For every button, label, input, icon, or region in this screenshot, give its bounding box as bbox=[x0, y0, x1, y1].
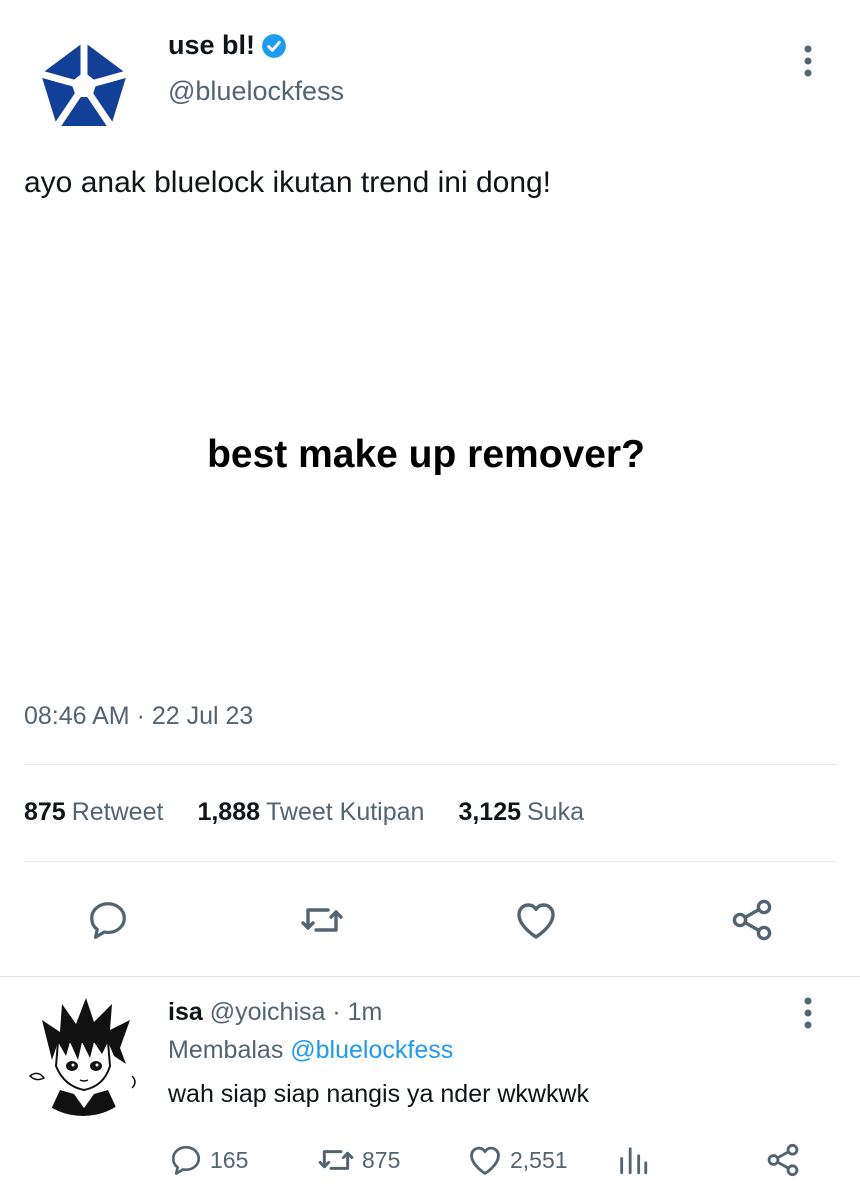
reply-reply-button[interactable]: 165 bbox=[168, 1140, 248, 1180]
tweet-stats: 875 Retweet 1,888 Tweet Kutipan 3,125 Suka bbox=[24, 798, 584, 827]
more-options-icon[interactable] bbox=[796, 44, 820, 85]
tweet-timestamp[interactable]: 08:46 AM · 22 Jul 23 bbox=[24, 702, 253, 731]
reply-author-name[interactable]: isa bbox=[168, 998, 203, 1026]
divider bbox=[24, 861, 836, 862]
reply-share-button[interactable] bbox=[764, 1140, 802, 1180]
reply-reply-count: 165 bbox=[210, 1146, 249, 1173]
replying-mention-link[interactable]: @bluelockfess bbox=[290, 1036, 453, 1064]
replying-to: Membalas @bluelockfess bbox=[168, 1036, 453, 1065]
quote-tweet-count: 1,888 bbox=[197, 798, 260, 826]
author-name[interactable]: use bl! bbox=[168, 30, 255, 61]
retweet-icon bbox=[318, 1150, 354, 1170]
analytics-icon bbox=[620, 1147, 648, 1175]
replying-prefix: Membalas bbox=[168, 1036, 291, 1064]
reply-like-button[interactable]: 2,551 bbox=[466, 1140, 568, 1180]
divider bbox=[24, 764, 836, 765]
share-button[interactable] bbox=[728, 896, 776, 944]
author-avatar[interactable] bbox=[28, 30, 140, 142]
reply-author-avatar[interactable] bbox=[20, 990, 146, 1116]
like-label: Suka bbox=[527, 798, 584, 826]
like-stat[interactable]: 3,125 Suka bbox=[458, 798, 584, 827]
like-icon bbox=[470, 1146, 500, 1175]
share-icon bbox=[767, 1143, 799, 1177]
reply-time: · 1m bbox=[325, 998, 383, 1026]
verified-badge-icon bbox=[262, 33, 286, 58]
author-handle[interactable]: @bluelockfess bbox=[168, 76, 344, 107]
reply-button[interactable] bbox=[84, 896, 132, 944]
reply-text: wah siap siap nangis ya nder wkwkwk bbox=[168, 1080, 590, 1108]
share-icon bbox=[732, 899, 772, 941]
reply-retweet-count: 875 bbox=[362, 1146, 401, 1173]
like-count: 3,125 bbox=[458, 798, 521, 826]
reply-like-count: 2,551 bbox=[510, 1146, 568, 1173]
like-icon bbox=[517, 903, 555, 939]
anime-avatar-image bbox=[20, 990, 146, 1116]
retweet-icon bbox=[301, 908, 343, 932]
tweet-image[interactable]: best make up remover? bbox=[0, 240, 860, 670]
retweet-button[interactable] bbox=[298, 896, 346, 944]
quote-tweet-stat[interactable]: 1,888 Tweet Kutipan bbox=[197, 798, 424, 827]
reply-retweet-button[interactable]: 875 bbox=[316, 1140, 400, 1180]
bluelock-logo-icon bbox=[40, 42, 128, 128]
author-name-row[interactable]: use bl! bbox=[168, 30, 287, 61]
reply-icon bbox=[90, 902, 126, 939]
reply-analytics-button[interactable] bbox=[616, 1140, 650, 1180]
reply-author-handle[interactable]: @yoichisa bbox=[210, 998, 326, 1026]
retweet-label: Retweet bbox=[71, 798, 164, 826]
tweet-text: ayo anak bluelock ikutan trend ini dong! bbox=[24, 166, 552, 199]
reply-more-options-icon[interactable] bbox=[796, 996, 820, 1037]
retweet-stat[interactable]: 875 Retweet bbox=[24, 798, 163, 827]
reply-header: isa @yoichisa · 1m bbox=[168, 998, 382, 1027]
quote-tweet-label: Tweet Kutipan bbox=[266, 798, 425, 826]
tweet-image-text: best make up remover? bbox=[207, 433, 645, 476]
reply-icon bbox=[171, 1145, 201, 1175]
retweet-count: 875 bbox=[24, 798, 66, 826]
like-button[interactable] bbox=[512, 896, 560, 944]
divider bbox=[0, 976, 860, 977]
